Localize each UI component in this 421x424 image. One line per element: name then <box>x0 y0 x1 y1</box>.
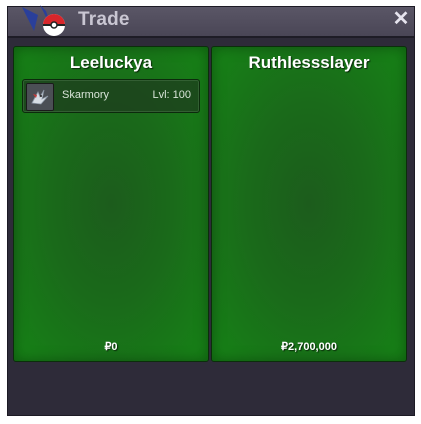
left-money-offer: ₽0 <box>104 341 118 353</box>
left-trade-panel: Leeluckya Skarmory Lvl: 100 ₽0 <box>13 46 209 362</box>
close-button[interactable]: ✕ <box>392 9 410 29</box>
right-player-name: Ruthlessslayer <box>248 53 370 72</box>
pokemon-name: Skarmory <box>62 89 110 101</box>
pokeball-logo-icon <box>16 1 78 39</box>
skarmory-sprite-icon <box>26 83 54 111</box>
pokemon-level: Lvl: 100 <box>152 89 191 101</box>
trade-window: Trade ✕ Leeluckya Skarmory Lvl: 100 ₽0 R… <box>8 5 414 415</box>
right-trade-panel: Ruthlessslayer ₽2,700,000 <box>211 46 407 362</box>
trade-body: Leeluckya Skarmory Lvl: 100 ₽0 Ruthlesss… <box>8 38 414 415</box>
right-money-offer: ₽2,700,000 <box>281 341 337 353</box>
title-bar[interactable]: Trade ✕ <box>8 5 414 38</box>
pokemon-slot[interactable]: Skarmory Lvl: 100 <box>22 79 200 113</box>
window-title: Trade <box>78 9 130 30</box>
left-player-name: Leeluckya <box>69 53 153 72</box>
